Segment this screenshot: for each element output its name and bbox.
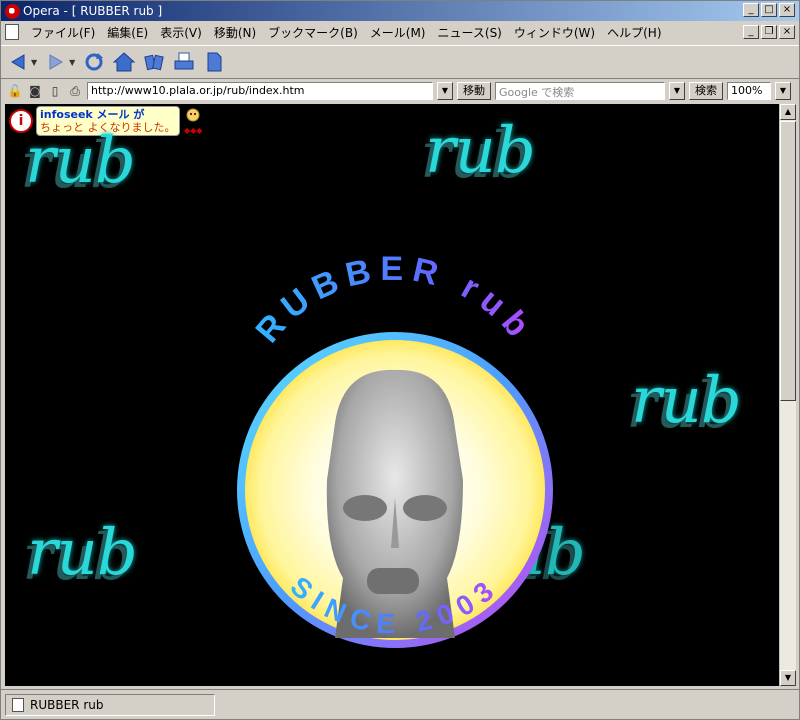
- menu-navigate[interactable]: 移動(N): [208, 24, 262, 41]
- menu-bar: ファイル(F) 編集(E) 表示(V) 移動(N) ブックマーク(B) メール(…: [1, 21, 799, 43]
- back-icon[interactable]: [7, 51, 29, 73]
- page-tab-icon: [12, 697, 24, 712]
- search-button[interactable]: 検索: [689, 82, 723, 100]
- close-button[interactable]: ×: [779, 3, 795, 17]
- print-icon[interactable]: [173, 51, 195, 73]
- rub-logo-1: rub: [25, 124, 136, 198]
- menu-window[interactable]: ウィンドウ(W): [508, 24, 601, 41]
- minimize-button[interactable]: _: [743, 3, 759, 17]
- navigation-toolbar: ▼ ▼: [1, 45, 799, 79]
- forward-dropdown-icon[interactable]: ▼: [69, 58, 75, 67]
- search-engine-dropdown-icon[interactable]: ▼: [669, 82, 685, 100]
- search-input[interactable]: Google で検索: [495, 82, 665, 100]
- address-input[interactable]: http://www10.plala.or.jp/rub/index.htm: [87, 82, 433, 100]
- zoom-dropdown-icon[interactable]: ▼: [775, 82, 791, 100]
- menu-edit[interactable]: 編集(E): [101, 24, 154, 41]
- printer-icon[interactable]: ⎙: [67, 83, 83, 99]
- document-icon: [5, 24, 19, 40]
- menu-help[interactable]: ヘルプ(H): [601, 24, 667, 41]
- masked-face-image: [326, 369, 463, 638]
- vertical-scrollbar[interactable]: ▲ ▼: [779, 104, 796, 686]
- rubber-rub-emblem: RUBBER rub SINCE 2003: [237, 250, 553, 648]
- menu-mail[interactable]: メール(M): [364, 24, 432, 41]
- mascot-icon: ◆◆◆: [184, 108, 203, 135]
- banner-line1: infoseek メール が: [40, 108, 145, 121]
- window-controls: _ □ ×: [743, 3, 795, 17]
- menu-bookmarks[interactable]: ブックマーク(B): [262, 24, 364, 41]
- reload-icon[interactable]: [83, 51, 105, 73]
- rub-logo-3: rub: [631, 364, 742, 438]
- back-dropdown-icon[interactable]: ▼: [31, 58, 37, 67]
- svg-text:◆◆◆: ◆◆◆: [184, 126, 203, 135]
- page-tab[interactable]: RUBBER rub: [5, 693, 215, 716]
- scroll-thumb[interactable]: [780, 121, 796, 401]
- doc-restore-button[interactable]: ❐: [761, 25, 777, 39]
- title-bar: Opera - [ RUBBER rub ] _ □ ×: [1, 1, 799, 21]
- menu-file[interactable]: ファイル(F): [25, 24, 101, 41]
- scroll-down-arrow-icon[interactable]: ▼: [780, 670, 796, 686]
- browser-window: Opera - [ RUBBER rub ] _ □ × ファイル(F) 編集(…: [0, 0, 800, 720]
- opera-icon: [5, 3, 20, 19]
- page-icon[interactable]: ▯: [47, 83, 63, 99]
- address-bar: 🔓 ◙ ▯ ⎙ http://www10.plala.or.jp/rub/ind…: [1, 80, 799, 102]
- forward-icon[interactable]: [45, 51, 67, 73]
- page-tab-title: RUBBER rub: [30, 697, 104, 712]
- scroll-up-arrow-icon[interactable]: ▲: [780, 104, 796, 120]
- camera-icon[interactable]: ◙: [27, 83, 43, 99]
- new-page-icon[interactable]: [203, 51, 225, 73]
- rub-logo-2: rub: [425, 114, 536, 188]
- menu-view[interactable]: 表示(V): [154, 24, 208, 41]
- go-button[interactable]: 移動: [457, 82, 491, 100]
- rub-logo-4: rub: [27, 516, 138, 590]
- doc-close-button[interactable]: ×: [779, 25, 795, 39]
- page-content: i infoseek メール が ちょっと よくなりました。 ◆◆◆ rub r…: [5, 104, 779, 686]
- window-title: Opera - [ RUBBER rub ]: [23, 4, 163, 18]
- home-icon[interactable]: [113, 51, 136, 73]
- address-dropdown-icon[interactable]: ▼: [437, 82, 453, 100]
- document-window-controls: _ ❐ ×: [743, 25, 795, 39]
- maximize-button[interactable]: □: [761, 3, 777, 17]
- zoom-select[interactable]: 100%: [727, 82, 771, 100]
- bookmarks-icon[interactable]: [143, 51, 165, 73]
- status-bar: RUBBER rub: [1, 689, 799, 719]
- doc-minimize-button[interactable]: _: [743, 25, 759, 39]
- security-lock-icon[interactable]: 🔓: [7, 83, 23, 99]
- menu-news[interactable]: ニュース(S): [431, 24, 507, 41]
